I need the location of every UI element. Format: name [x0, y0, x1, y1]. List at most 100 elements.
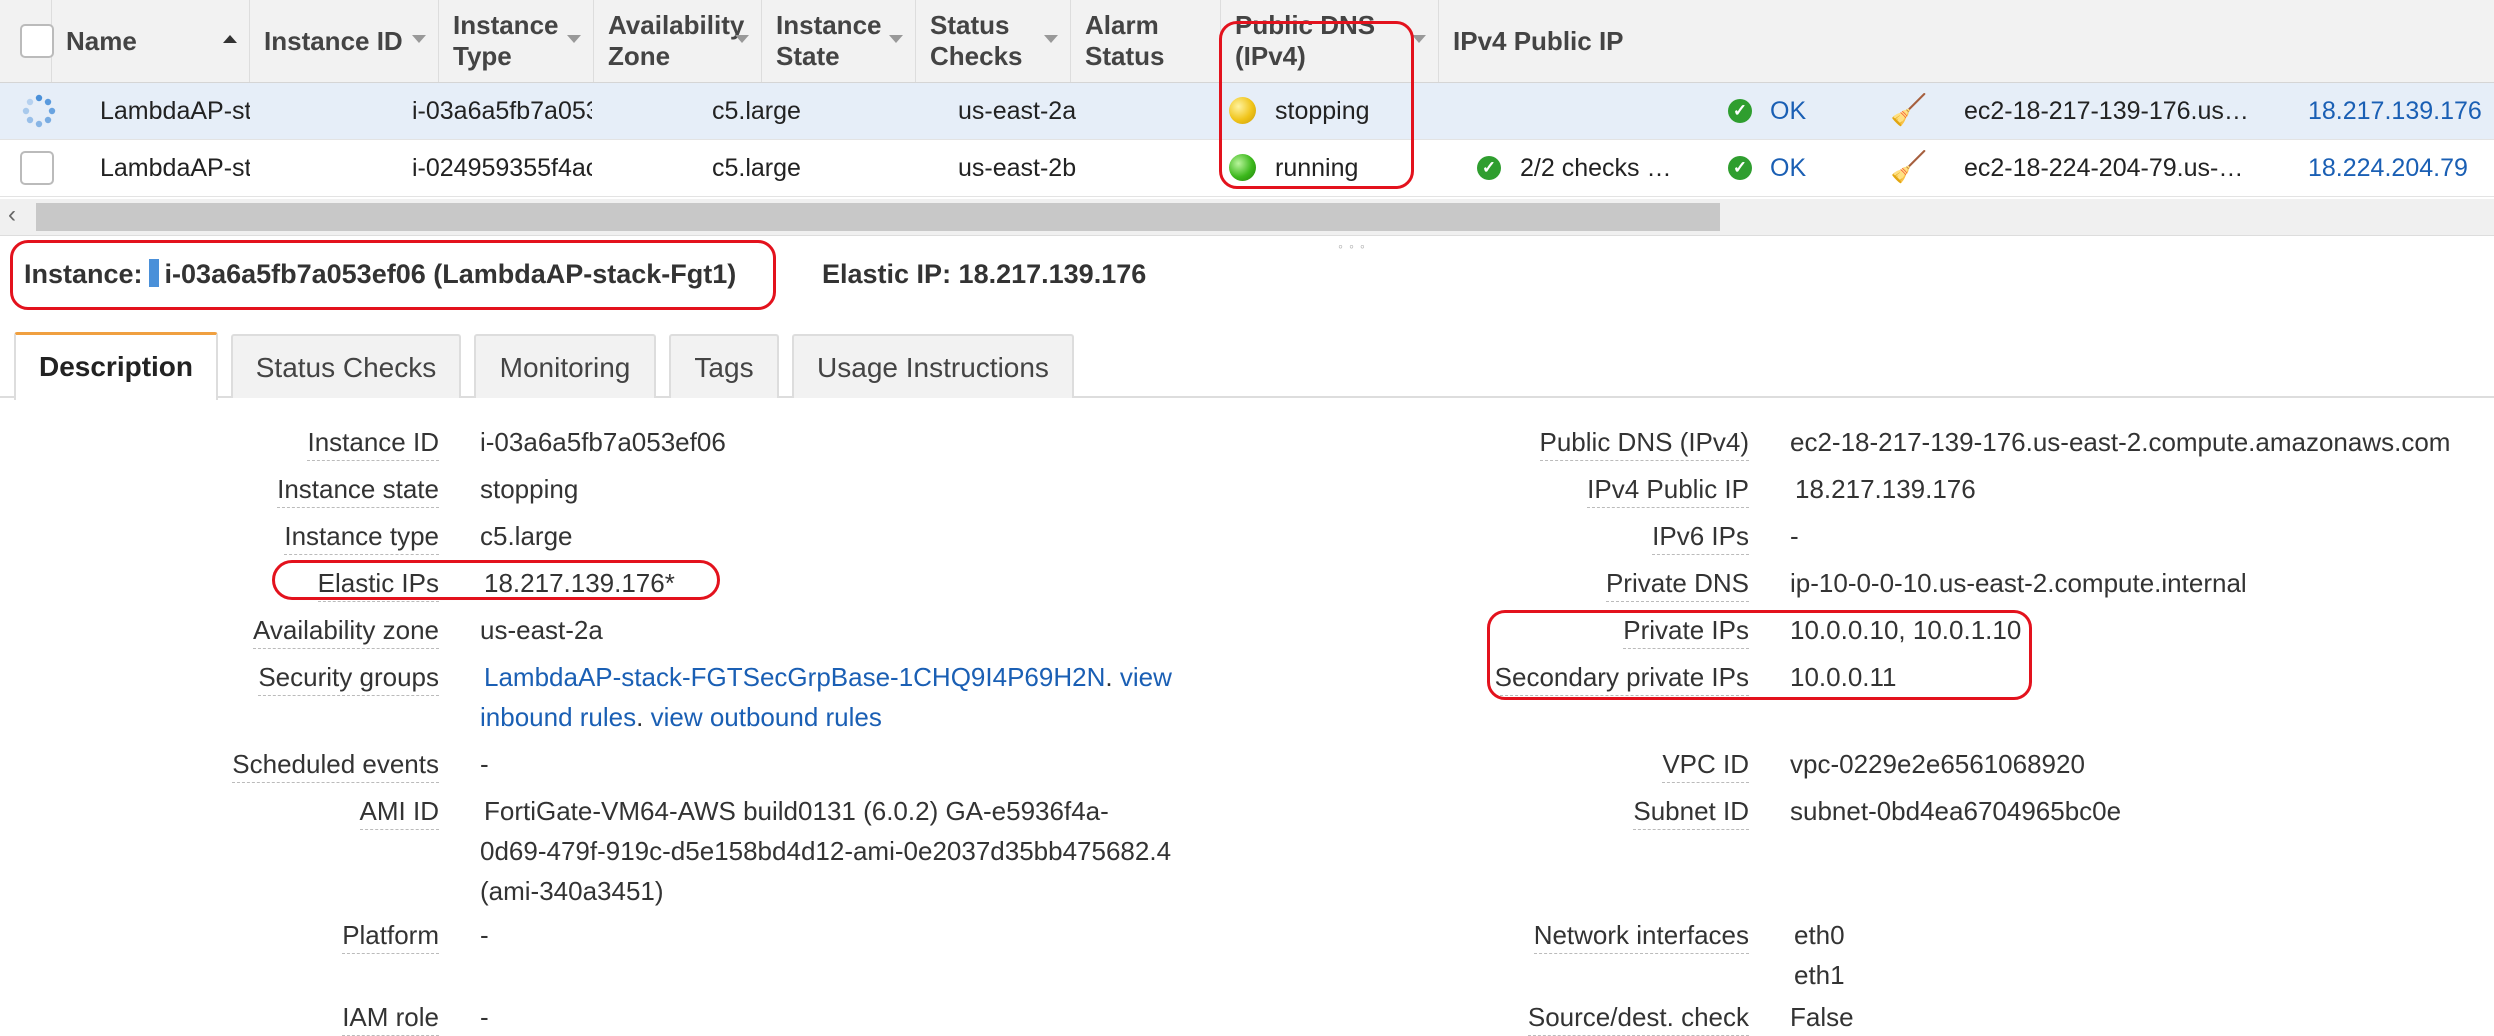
- label-ipv6-ips: IPv6 IPs: [1652, 521, 1749, 555]
- selection-marker: [148, 259, 159, 287]
- chevron-down-icon: [567, 35, 581, 43]
- value-instance-state: stopping: [480, 474, 579, 504]
- value-private-dns: ip-10-0-0-10.us-east-2.compute.internal: [1790, 568, 2247, 598]
- check-icon: ✓: [1728, 99, 1752, 123]
- label-private-ips: Private IPs: [1623, 615, 1749, 649]
- label-instance-id: Instance ID: [307, 427, 439, 461]
- column-header-instance-id[interactable]: Instance ID: [250, 0, 439, 82]
- scroll-left-icon[interactable]: ‹: [8, 201, 16, 229]
- tab-description[interactable]: Description: [14, 332, 218, 400]
- cell-instance-state: stopping: [1275, 97, 1370, 125]
- value-source-dest-check: False: [1790, 1002, 1854, 1032]
- tab-monitoring[interactable]: Monitoring: [474, 334, 656, 398]
- value-elastic-ips[interactable]: 18.217.139.176*: [484, 568, 675, 599]
- chevron-down-icon: [1412, 35, 1426, 43]
- label-public-dns: Public DNS (IPv4): [1539, 427, 1749, 461]
- column-header-ipv4-public-ip[interactable]: IPv4 Public IP: [1439, 0, 2494, 82]
- grid-header: Name Instance ID Instance Type Availabil…: [0, 0, 2494, 83]
- cell-availability-zone: us-east-2a: [958, 97, 1077, 125]
- value-ami-id[interactable]: FortiGate-VM64-AWS build0131 (6.0.2) GA-…: [484, 796, 1109, 827]
- cell-instance-id: i-03a6a5fb7a053ef06: [412, 97, 592, 125]
- row-checkbox[interactable]: [20, 151, 54, 185]
- value-ami-id-line-2[interactable]: 0d69-479f-919c-d5e158bd4d12-ami-0e2037d3…: [480, 836, 1171, 867]
- inbound-rules-link[interactable]: inbound rules: [480, 702, 636, 732]
- state-running-icon: [1229, 154, 1256, 181]
- loading-spinner-icon: [22, 94, 56, 128]
- label-instance-state: Instance state: [277, 474, 439, 508]
- state-stopping-icon: [1229, 97, 1256, 124]
- add-alarm-icon[interactable]: 🧹: [1890, 140, 1927, 196]
- scrollbar-thumb[interactable]: [36, 203, 1720, 231]
- label-security-groups: Security groups: [258, 662, 439, 696]
- tab-status-checks[interactable]: Status Checks: [231, 334, 461, 398]
- security-group-link[interactable]: LambdaAP-stack-FGTSecGrpBase-1CHQ9I4P69H…: [484, 662, 1105, 692]
- column-header-public-dns[interactable]: Public DNS (IPv4): [1221, 0, 1439, 82]
- value-platform: -: [480, 920, 489, 950]
- table-row[interactable]: LambdaAP-stack-Fgt1 i-03a6a5fb7a053ef06 …: [0, 83, 2494, 140]
- chevron-down-icon: [412, 35, 426, 43]
- cell-alarm-status[interactable]: OK: [1770, 83, 1806, 139]
- label-availability-zone: Availability zone: [253, 615, 439, 649]
- security-rules-links: inbound rules. view outbound rules: [480, 702, 882, 732]
- cell-instance-type: c5.large: [712, 154, 801, 182]
- label-network-interfaces: Network interfaces: [1533, 920, 1749, 954]
- label-elastic-ips: Elastic IPs: [317, 568, 439, 602]
- value-security-groups: LambdaAP-stack-FGTSecGrpBase-1CHQ9I4P69H…: [484, 662, 1172, 692]
- network-interface-eth0[interactable]: eth0: [1794, 920, 1845, 951]
- label-platform: Platform: [342, 920, 439, 954]
- chevron-down-icon: [889, 35, 903, 43]
- cell-public-ip[interactable]: 18.217.139.176: [2308, 83, 2482, 139]
- outbound-rules-link[interactable]: view outbound rules: [651, 702, 882, 732]
- tab-usage-instructions[interactable]: Usage Instructions: [792, 334, 1074, 398]
- cell-public-ip[interactable]: 18.224.204.79: [2308, 140, 2468, 196]
- cell-instance-state: running: [1275, 154, 1359, 182]
- chevron-down-icon: [735, 35, 749, 43]
- resize-handle-icon[interactable]: ◦◦◦: [1338, 238, 1371, 254]
- value-iam-role: -: [480, 1002, 489, 1032]
- cell-instance-type: c5.large: [712, 97, 801, 125]
- cell-public-dns: ec2-18-224-204-79.us-…: [1964, 154, 2244, 182]
- label-source-dest-check: Source/dest. check: [1527, 1002, 1749, 1036]
- cell-name: LambdaAP-stack-Fgt1: [100, 97, 250, 125]
- label-scheduled-events: Scheduled events: [232, 749, 439, 783]
- table-row[interactable]: LambdaAP-stack-Fgt2 i-024959355f4acd7a9 …: [0, 140, 2494, 197]
- chevron-down-icon: [1044, 35, 1058, 43]
- value-ipv4-public-ip[interactable]: 18.217.139.176: [1795, 474, 1976, 505]
- tab-tags[interactable]: Tags: [669, 334, 779, 398]
- cell-public-dns: ec2-18-217-139-176.us…: [1964, 97, 2249, 125]
- label-instance-type: Instance type: [284, 521, 439, 555]
- label-secondary-private-ips: Secondary private IPs: [1494, 662, 1749, 696]
- label-subnet-id: Subnet ID: [1633, 796, 1749, 830]
- value-scheduled-events: -: [480, 749, 489, 779]
- check-icon: ✓: [1728, 156, 1752, 180]
- value-ami-id-line-3[interactable]: (ami-340a3451): [480, 876, 664, 907]
- value-instance-type: c5.large: [480, 521, 573, 551]
- value-private-ips: 10.0.0.10, 10.0.1.10: [1790, 615, 2022, 645]
- cell-instance-id: i-024959355f4acd7a9: [412, 154, 592, 182]
- horizontal-scrollbar[interactable]: ‹: [0, 199, 2494, 236]
- column-header-availability-zone[interactable]: Availability Zone: [594, 0, 762, 82]
- value-subnet-id: subnet-0bd4ea6704965bc0e: [1790, 796, 2122, 826]
- value-vpc-id: vpc-0229e2e6561068920: [1790, 749, 2085, 779]
- cell-status-checks: 2/2 checks …: [1520, 154, 1672, 182]
- column-header-status-checks[interactable]: Status Checks: [916, 0, 1071, 82]
- cell-alarm-status[interactable]: OK: [1770, 140, 1806, 196]
- select-all-cell: [0, 0, 54, 82]
- network-interface-eth1[interactable]: eth1: [1794, 960, 1845, 991]
- column-header-instance-type[interactable]: Instance Type: [439, 0, 594, 82]
- column-header-alarm-status[interactable]: Alarm Status: [1071, 0, 1221, 82]
- label-private-dns: Private DNS: [1605, 568, 1749, 602]
- column-header-name[interactable]: Name: [52, 0, 250, 82]
- label-ipv4-public-ip: IPv4 Public IP: [1587, 474, 1749, 508]
- select-all-checkbox[interactable]: [20, 24, 54, 58]
- sort-asc-icon: [223, 35, 237, 43]
- label-vpc-id: VPC ID: [1662, 749, 1749, 783]
- view-link[interactable]: view: [1120, 662, 1172, 692]
- value-availability-zone: us-east-2a: [480, 615, 603, 645]
- value-public-dns: ec2-18-217-139-176.us-east-2.compute.ama…: [1790, 427, 2451, 457]
- instance-title: Instance: i-03a6a5fb7a053ef06 (LambdaAP-s…: [24, 259, 737, 289]
- cell-availability-zone: us-east-2b: [958, 154, 1077, 182]
- add-alarm-icon[interactable]: 🧹: [1890, 83, 1927, 139]
- column-header-instance-state[interactable]: Instance State: [762, 0, 916, 82]
- label-ami-id: AMI ID: [359, 796, 439, 830]
